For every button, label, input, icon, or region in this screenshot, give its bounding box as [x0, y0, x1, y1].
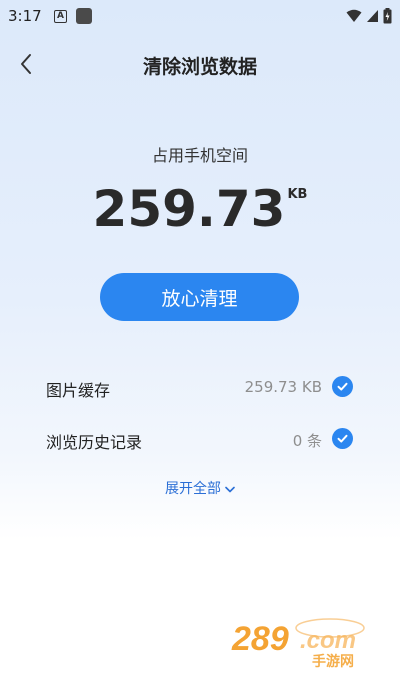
clean-button[interactable]: 放心清理	[100, 273, 299, 321]
expand-all-link[interactable]: 展开全部	[0, 478, 400, 498]
image-cache-checkbox[interactable]	[332, 376, 353, 397]
item-value: 259.73 KB	[244, 378, 322, 396]
check-icon	[337, 382, 348, 391]
notification-app-icon	[76, 8, 92, 24]
item-value: 0 条	[292, 432, 322, 450]
expand-all-label: 展开全部	[165, 481, 221, 497]
status-indicators	[346, 7, 392, 25]
svg-text:手游网: 手游网	[312, 653, 354, 670]
list-item-browsing-history: 浏览历史记录 0 条	[0, 419, 400, 459]
cellular-signal-icon	[367, 10, 378, 22]
battery-icon	[383, 8, 392, 24]
storage-unit: KB	[287, 187, 308, 202]
status-time: 3:17	[8, 7, 42, 25]
browsing-history-checkbox[interactable]	[332, 428, 353, 449]
notification-a-icon: A	[54, 10, 67, 23]
site-watermark-logo: 289 .com 手游网	[230, 610, 380, 670]
status-bar: 3:17 A	[0, 0, 400, 32]
check-icon	[337, 434, 348, 443]
svg-text:.com: .com	[300, 627, 356, 654]
page-title: 清除浏览数据	[142, 56, 257, 78]
storage-label: 占用手机空间	[151, 146, 248, 165]
item-label: 浏览历史记录	[46, 433, 143, 452]
wifi-icon	[346, 9, 362, 22]
svg-text:289: 289	[231, 620, 289, 658]
item-label: 图片缓存	[46, 381, 111, 400]
list-item-image-cache: 图片缓存 259.73 KB	[0, 367, 400, 407]
storage-value: 259.73	[92, 180, 286, 238]
storage-amount: 259.73 KB	[0, 180, 400, 238]
chevron-down-icon	[225, 486, 235, 492]
header: 清除浏览数据	[0, 44, 400, 84]
